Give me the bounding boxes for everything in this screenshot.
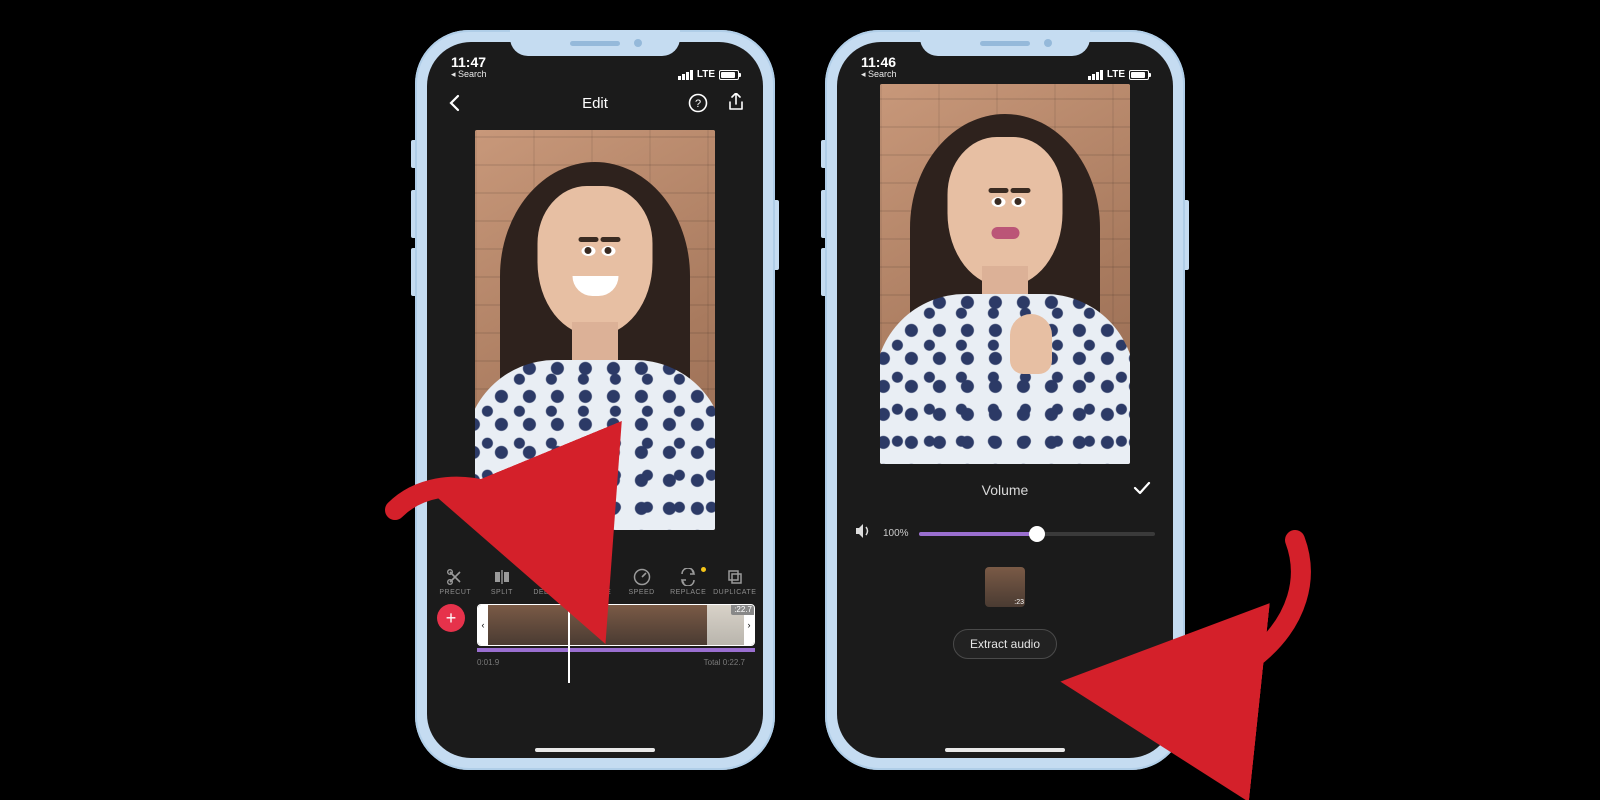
clip-thumbnail-duration: :23 xyxy=(1014,599,1024,606)
notification-dot-icon xyxy=(701,567,706,572)
panel-title: Volume xyxy=(982,482,1029,498)
split-icon xyxy=(493,568,511,586)
trim-handle-left[interactable]: ‹ xyxy=(478,605,488,645)
status-indicators: LTE xyxy=(1088,69,1149,80)
tool-label: REPLACE xyxy=(670,589,706,596)
replace-icon xyxy=(679,568,697,586)
volume-panel: Volume 100% :23 Extract audio xyxy=(837,464,1173,659)
clip-timeline[interactable]: ‹ › :22.7 xyxy=(477,604,755,646)
tool-replace[interactable]: REPLACE xyxy=(666,568,711,596)
volume-slider-fill xyxy=(919,532,1037,536)
app-screen-volume: 11:46 Search LTE Volume xyxy=(837,42,1173,758)
help-circle-icon: ? xyxy=(688,93,708,113)
volume-icon xyxy=(855,524,873,543)
signal-icon xyxy=(678,70,693,80)
status-back-to-app[interactable]: Search xyxy=(451,69,487,80)
status-time: 11:47 xyxy=(451,54,486,70)
tool-label: SPLIT xyxy=(491,589,513,596)
total-time: Total 0:22.7 xyxy=(704,658,745,667)
volume-slider[interactable] xyxy=(919,532,1155,536)
clip-duration-badge: :22.7 xyxy=(731,604,755,615)
tool-volume[interactable]: VOLUME xyxy=(573,568,618,596)
network-label: LTE xyxy=(697,69,715,80)
svg-text:?: ? xyxy=(695,98,701,110)
confirm-button[interactable] xyxy=(1133,481,1151,500)
phone-mockup-right: 11:46 Search LTE Volume xyxy=(825,30,1185,770)
clip-thumbnail[interactable]: :23 xyxy=(985,567,1025,607)
tool-precut[interactable]: PRECUT xyxy=(433,568,478,596)
add-clip-button[interactable]: + xyxy=(437,604,465,632)
timeline-frames[interactable] xyxy=(488,605,744,645)
check-icon xyxy=(1133,481,1151,495)
timeline-area: + ‹ › :22.7 0:01.9 Total 0:22.7 xyxy=(427,596,763,667)
scissors-icon xyxy=(446,568,464,586)
share-button[interactable] xyxy=(725,92,747,114)
phone-notch xyxy=(510,30,680,56)
edit-toolbar: PRECUT SPLIT DELETE VOLUME SPEED REP xyxy=(427,564,763,596)
tool-label: SPEED xyxy=(628,589,654,596)
signal-icon xyxy=(1088,70,1103,80)
duplicate-icon xyxy=(726,568,744,586)
tool-delete[interactable]: DELETE xyxy=(526,568,571,596)
volume-value-label: 100% xyxy=(883,528,909,539)
playhead[interactable] xyxy=(568,600,570,683)
volume-slider-thumb[interactable] xyxy=(1029,526,1045,542)
tool-split[interactable]: SPLIT xyxy=(480,568,525,596)
phone-mockup-left: 11:47 Search LTE Edit ? xyxy=(415,30,775,770)
tool-label: PRECUT xyxy=(439,589,471,596)
status-time: 11:46 xyxy=(861,54,896,70)
playhead-time: 0:01.9 xyxy=(477,658,499,667)
home-indicator[interactable] xyxy=(535,748,655,752)
nav-bar: Edit ? xyxy=(427,82,763,124)
back-button[interactable] xyxy=(443,92,465,114)
tool-label: VOLUME xyxy=(579,589,612,596)
speed-icon xyxy=(633,568,651,586)
extract-audio-button[interactable]: Extract audio xyxy=(953,629,1057,659)
tool-label: DELETE xyxy=(533,589,563,596)
tool-duplicate[interactable]: DUPLICATE xyxy=(712,568,757,596)
trash-icon xyxy=(539,568,557,586)
app-screen-edit: 11:47 Search LTE Edit ? xyxy=(427,42,763,758)
home-indicator[interactable] xyxy=(945,748,1065,752)
page-title: Edit xyxy=(582,95,608,112)
status-indicators: LTE xyxy=(678,69,739,80)
help-button[interactable]: ? xyxy=(687,92,709,114)
chevron-left-icon xyxy=(448,94,460,112)
battery-icon xyxy=(1129,70,1149,80)
audio-track[interactable] xyxy=(477,648,755,652)
share-icon xyxy=(727,93,745,113)
play-button[interactable] xyxy=(589,539,602,555)
status-back-to-app[interactable]: Search xyxy=(861,69,897,80)
network-label: LTE xyxy=(1107,69,1125,80)
volume-slider-row: 100% xyxy=(855,524,1155,543)
video-preview[interactable] xyxy=(880,84,1130,464)
tool-label: DUPLICATE xyxy=(713,589,756,596)
video-preview[interactable] xyxy=(475,130,715,530)
volume-icon xyxy=(586,568,604,586)
phone-notch xyxy=(920,30,1090,56)
battery-icon xyxy=(719,70,739,80)
tool-speed[interactable]: SPEED xyxy=(619,568,664,596)
